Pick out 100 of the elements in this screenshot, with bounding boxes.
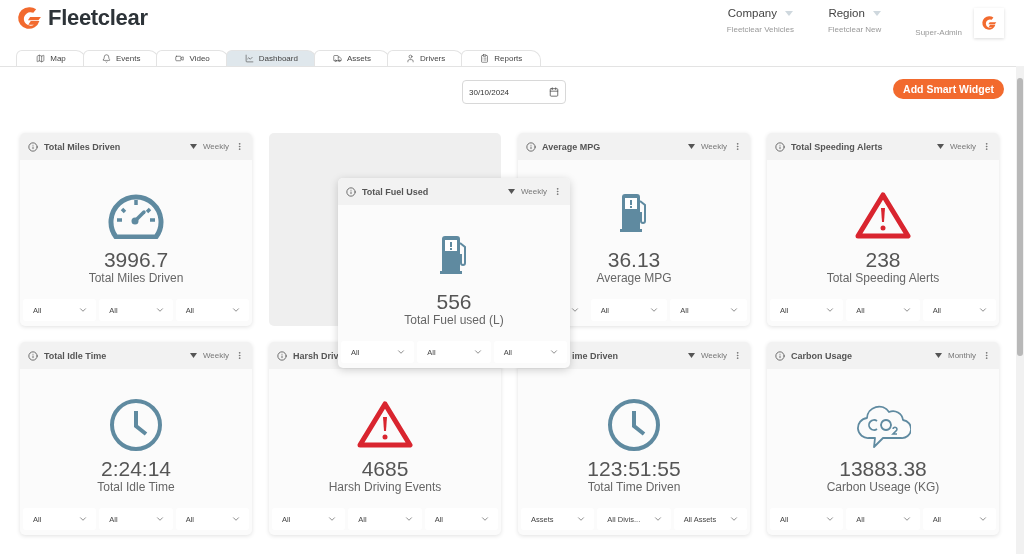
widget-title: Average MPG <box>542 141 601 152</box>
chevron-down-icon <box>480 514 490 524</box>
more-icon[interactable] <box>553 187 562 196</box>
info-icon[interactable] <box>526 141 536 152</box>
clock-icon <box>109 398 163 452</box>
metric-value: 238 <box>865 249 901 271</box>
caret-icon <box>189 144 197 149</box>
clock-icon <box>607 398 661 452</box>
widget-title: ime Driven <box>572 350 619 361</box>
chevron-down-icon <box>549 347 559 357</box>
metric-label: Total Time Driven <box>587 480 681 494</box>
fuel-pump-icon <box>619 193 649 233</box>
chevron-down-icon <box>78 305 89 315</box>
brand-name: Fleetclear <box>48 5 148 31</box>
nav-tab[interactable]: Map <box>16 50 86 66</box>
selector-dropdown[interactable]: Company <box>727 7 793 19</box>
period-dropdown[interactable]: Weekly <box>700 351 727 360</box>
chevron-down-icon <box>576 514 587 524</box>
warning-icon <box>357 400 413 448</box>
widget-title: Total Idle Time <box>44 350 107 361</box>
widget-title: Total Speeding Alerts <box>791 141 883 152</box>
metric-label: Carbon Useage (KG) <box>826 480 940 494</box>
metric-value: 2:24:14 <box>100 458 172 480</box>
caret-icon <box>189 353 197 358</box>
metric-value: 123:51:55 <box>587 458 681 480</box>
nav-tab[interactable]: Dashboard <box>225 50 317 66</box>
user-role: Super-Admin <box>915 28 962 37</box>
metric-label: Average MPG <box>596 271 672 285</box>
caret-icon <box>785 10 793 16</box>
video-camera-icon <box>175 54 185 63</box>
chevron-down-icon <box>327 514 338 524</box>
chevron-down-icon <box>396 347 407 357</box>
more-icon[interactable] <box>982 142 991 151</box>
period-dropdown[interactable]: Weekly <box>949 142 976 151</box>
widget-title: Total Miles Driven <box>44 141 121 152</box>
calendar-icon <box>549 87 559 97</box>
period-dropdown[interactable]: Weekly <box>202 351 229 360</box>
chevron-down-icon <box>901 514 912 524</box>
avatar[interactable] <box>974 8 1004 38</box>
period-dropdown[interactable]: Weekly <box>202 142 229 151</box>
warning-icon <box>855 191 911 239</box>
info-icon[interactable] <box>277 350 287 361</box>
metric-value: 36.13 <box>607 249 661 271</box>
metric-value: 4685 <box>361 458 409 480</box>
metric-label: Total Miles Driven <box>88 271 184 285</box>
info-icon[interactable] <box>346 186 356 197</box>
caret-icon <box>687 353 695 358</box>
chevron-down-icon <box>652 514 663 524</box>
more-icon[interactable] <box>733 351 742 360</box>
metric-value: 3996.7 <box>103 249 169 271</box>
caret-icon <box>687 144 695 149</box>
metric-value: 556 <box>436 291 472 313</box>
map-icon <box>36 54 46 63</box>
metric-label: Total Idle Time <box>97 480 175 494</box>
widget-title: Carbon Usage <box>791 350 852 361</box>
logo-icon <box>981 15 997 31</box>
chevron-down-icon <box>825 514 836 524</box>
chevron-down-icon <box>729 305 739 315</box>
metric-value: 13883.38 <box>839 458 927 480</box>
caret-icon <box>936 144 944 149</box>
more-icon[interactable] <box>235 351 244 360</box>
info-icon[interactable] <box>28 141 38 152</box>
info-icon[interactable] <box>28 350 38 361</box>
nav-tab[interactable]: Assets <box>313 50 390 66</box>
fuel-pump-icon <box>439 235 469 275</box>
chevron-down-icon <box>901 305 912 315</box>
info-icon[interactable] <box>775 141 785 152</box>
logo-icon <box>16 5 42 31</box>
more-icon[interactable] <box>733 142 742 151</box>
chevron-down-icon <box>231 305 241 315</box>
bell-icon <box>102 54 111 63</box>
caret-icon <box>872 10 881 16</box>
metric-label: Harsh Driving Events <box>328 480 442 494</box>
chevron-down-icon <box>649 305 660 315</box>
chevron-down-icon <box>978 514 988 524</box>
more-icon[interactable] <box>235 142 244 151</box>
info-icon[interactable] <box>775 350 785 361</box>
period-dropdown[interactable]: Weekly <box>520 187 547 196</box>
period-dropdown[interactable]: Monthly <box>948 351 976 360</box>
period-dropdown[interactable]: Weekly <box>700 142 727 151</box>
widget-title: Harsh Driv <box>293 350 339 361</box>
date-field[interactable]: 30/10/2024 <box>462 80 566 104</box>
caret-icon <box>935 353 942 358</box>
scrollbar[interactable] <box>1016 66 1024 554</box>
chevron-down-icon <box>154 305 165 315</box>
nav-tab[interactable]: Reports <box>461 50 542 66</box>
chevron-down-icon <box>78 514 89 524</box>
chevron-down-icon <box>403 514 414 524</box>
truck-icon <box>332 54 342 63</box>
selector-dropdown[interactable]: Region <box>828 7 881 19</box>
metric-label: Total Fuel used (L) <box>404 313 504 327</box>
widget-title: Total Fuel Used <box>362 186 429 197</box>
nav-tab[interactable]: Video <box>156 50 229 66</box>
chevron-down-icon <box>825 305 836 315</box>
more-icon[interactable] <box>982 351 991 360</box>
caret-icon <box>507 189 515 194</box>
chevron-down-icon[interactable] <box>569 305 580 315</box>
metric-label: Total Speeding Alerts <box>826 271 940 285</box>
chevron-down-icon <box>472 347 483 357</box>
clipboard-icon <box>480 54 490 63</box>
